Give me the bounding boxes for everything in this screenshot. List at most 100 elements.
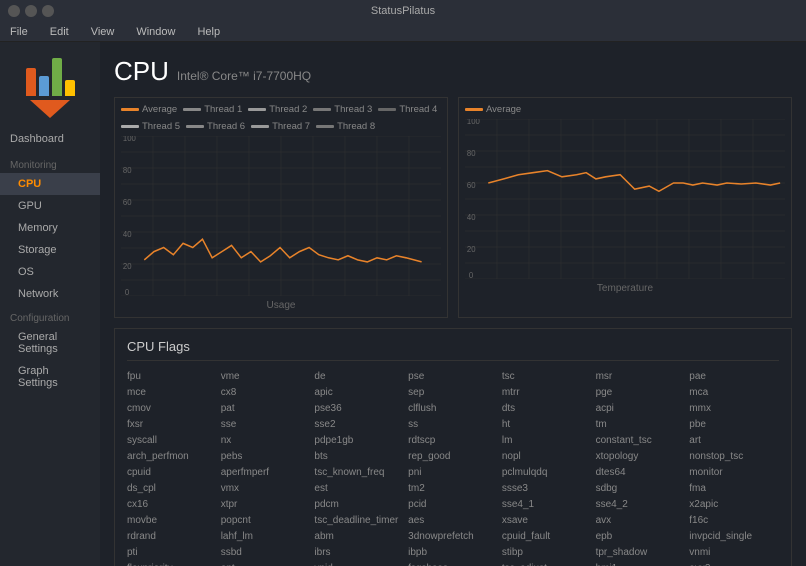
sidebar-nav: Dashboard Monitoring CPU GPU Memory Stor… [0, 122, 100, 566]
usage-chart-legend: Average Thread 1 Thread 2 Thread 3 [121, 104, 441, 132]
legend-temp-average: Average [465, 104, 521, 115]
menu-edit[interactable]: Edit [46, 26, 73, 38]
flag-item: dtes64 [596, 465, 686, 480]
page-subtitle: Intel® Core™ i7-7700HQ [177, 69, 311, 83]
flag-item: pcid [408, 497, 498, 512]
flag-item: mce [127, 385, 217, 400]
maximize-button[interactable] [25, 5, 37, 17]
flag-item: ss [408, 417, 498, 432]
temp-chart-container: Average [458, 97, 792, 318]
flag-item: nopl [502, 449, 592, 464]
usage-chart-label: Usage [121, 300, 441, 311]
menu-view[interactable]: View [87, 26, 119, 38]
flag-item: cpuid_fault [502, 529, 592, 544]
flag-item: pat [221, 401, 311, 416]
flag-item: cx16 [127, 497, 217, 512]
flag-item: rdrand [127, 529, 217, 544]
flag-item: xtopology [596, 449, 686, 464]
flag-item: rep_good [408, 449, 498, 464]
legend-thread4: Thread 4 [378, 104, 437, 115]
flag-item: constant_tsc [596, 433, 686, 448]
sidebar-item-gpu[interactable]: GPU [0, 195, 100, 217]
svg-text:0: 0 [469, 271, 474, 279]
flag-item: invpcid_single [689, 529, 779, 544]
flag-item: apic [314, 385, 404, 400]
sidebar-item-graph-settings[interactable]: Graph Settings [0, 360, 100, 394]
sidebar-item-dashboard[interactable]: Dashboard [0, 126, 100, 152]
flag-item: fxsr [127, 417, 217, 432]
sidebar-item-network[interactable]: Network [0, 283, 100, 305]
page-header: CPU Intel® Core™ i7-7700HQ [114, 56, 792, 87]
svg-text:100: 100 [467, 119, 480, 126]
flag-item: fsgsbase [408, 561, 498, 566]
sidebar-item-os[interactable]: OS [0, 261, 100, 283]
sidebar: Dashboard Monitoring CPU GPU Memory Stor… [0, 42, 100, 566]
flag-item: bts [314, 449, 404, 464]
flag-item: cpuid [127, 465, 217, 480]
flag-item: ibrs [314, 545, 404, 560]
menu-window[interactable]: Window [132, 26, 179, 38]
legend-color-thread2 [248, 108, 266, 111]
flag-item: sdbg [596, 481, 686, 496]
flag-item: ssbd [221, 545, 311, 560]
flag-item: syscall [127, 433, 217, 448]
flag-item: pse36 [314, 401, 404, 416]
flag-item: clflush [408, 401, 498, 416]
legend-color-thread7 [251, 125, 269, 128]
sidebar-item-memory[interactable]: Memory [0, 217, 100, 239]
flag-item: cmov [127, 401, 217, 416]
legend-color-thread5 [121, 125, 139, 128]
legend-thread5: Thread 5 [121, 121, 180, 132]
flag-item: tsc_deadline_timer [314, 513, 404, 528]
flag-item: sse4_1 [502, 497, 592, 512]
flag-item: nx [221, 433, 311, 448]
flag-item: mca [689, 385, 779, 400]
menu-help[interactable]: Help [193, 26, 224, 38]
menubar: File Edit View Window Help [0, 22, 806, 42]
flag-item: de [314, 369, 404, 384]
app-title: StatusPilatus [68, 5, 738, 17]
flag-item: pclmulqdq [502, 465, 592, 480]
flag-item: pdcm [314, 497, 404, 512]
flag-item: xsave [502, 513, 592, 528]
flag-item: pbe [689, 417, 779, 432]
flag-item: aes [408, 513, 498, 528]
svg-text:40: 40 [123, 230, 132, 239]
flag-item: lahf_lm [221, 529, 311, 544]
flag-item: arch_perfmon [127, 449, 217, 464]
sidebar-item-general-settings[interactable]: General Settings [0, 326, 100, 360]
sidebar-item-cpu[interactable]: CPU [0, 173, 100, 195]
svg-text:60: 60 [123, 198, 132, 207]
flag-item: ht [502, 417, 592, 432]
sidebar-item-storage[interactable]: Storage [0, 239, 100, 261]
flag-item: tsc [502, 369, 592, 384]
temp-chart-legend: Average [465, 104, 785, 115]
app-body: Dashboard Monitoring CPU GPU Memory Stor… [0, 42, 806, 566]
flag-item: bmi1 [596, 561, 686, 566]
flag-item: cx8 [221, 385, 311, 400]
flag-item: est [314, 481, 404, 496]
legend-color-thread4 [378, 108, 396, 111]
menu-file[interactable]: File [6, 26, 32, 38]
charts-row: Average Thread 1 Thread 2 Thread 3 [114, 97, 792, 318]
flag-item: vme [221, 369, 311, 384]
usage-chart-container: Average Thread 1 Thread 2 Thread 3 [114, 97, 448, 318]
minimize-button[interactable] [8, 5, 20, 17]
flag-item: vmx [221, 481, 311, 496]
flags-grid: fpuvmedepsetscmsrpaemcecx8apicsepmtrrpge… [127, 369, 779, 566]
close-button[interactable] [42, 5, 54, 17]
flag-item: ibpb [408, 545, 498, 560]
legend-thread3: Thread 3 [313, 104, 372, 115]
legend-color-thread8 [316, 125, 334, 128]
flags-container: CPU Flags fpuvmedepsetscmsrpaemcecx8apic… [114, 328, 792, 566]
svg-text:60: 60 [467, 181, 476, 190]
flag-item: sep [408, 385, 498, 400]
legend-color-average [121, 108, 139, 111]
legend-thread7: Thread 7 [251, 121, 310, 132]
flag-item: vnmi [689, 545, 779, 560]
flag-item: rdtscp [408, 433, 498, 448]
flag-item: msr [596, 369, 686, 384]
flag-item: pse [408, 369, 498, 384]
flag-item: epb [596, 529, 686, 544]
flag-item: acpi [596, 401, 686, 416]
